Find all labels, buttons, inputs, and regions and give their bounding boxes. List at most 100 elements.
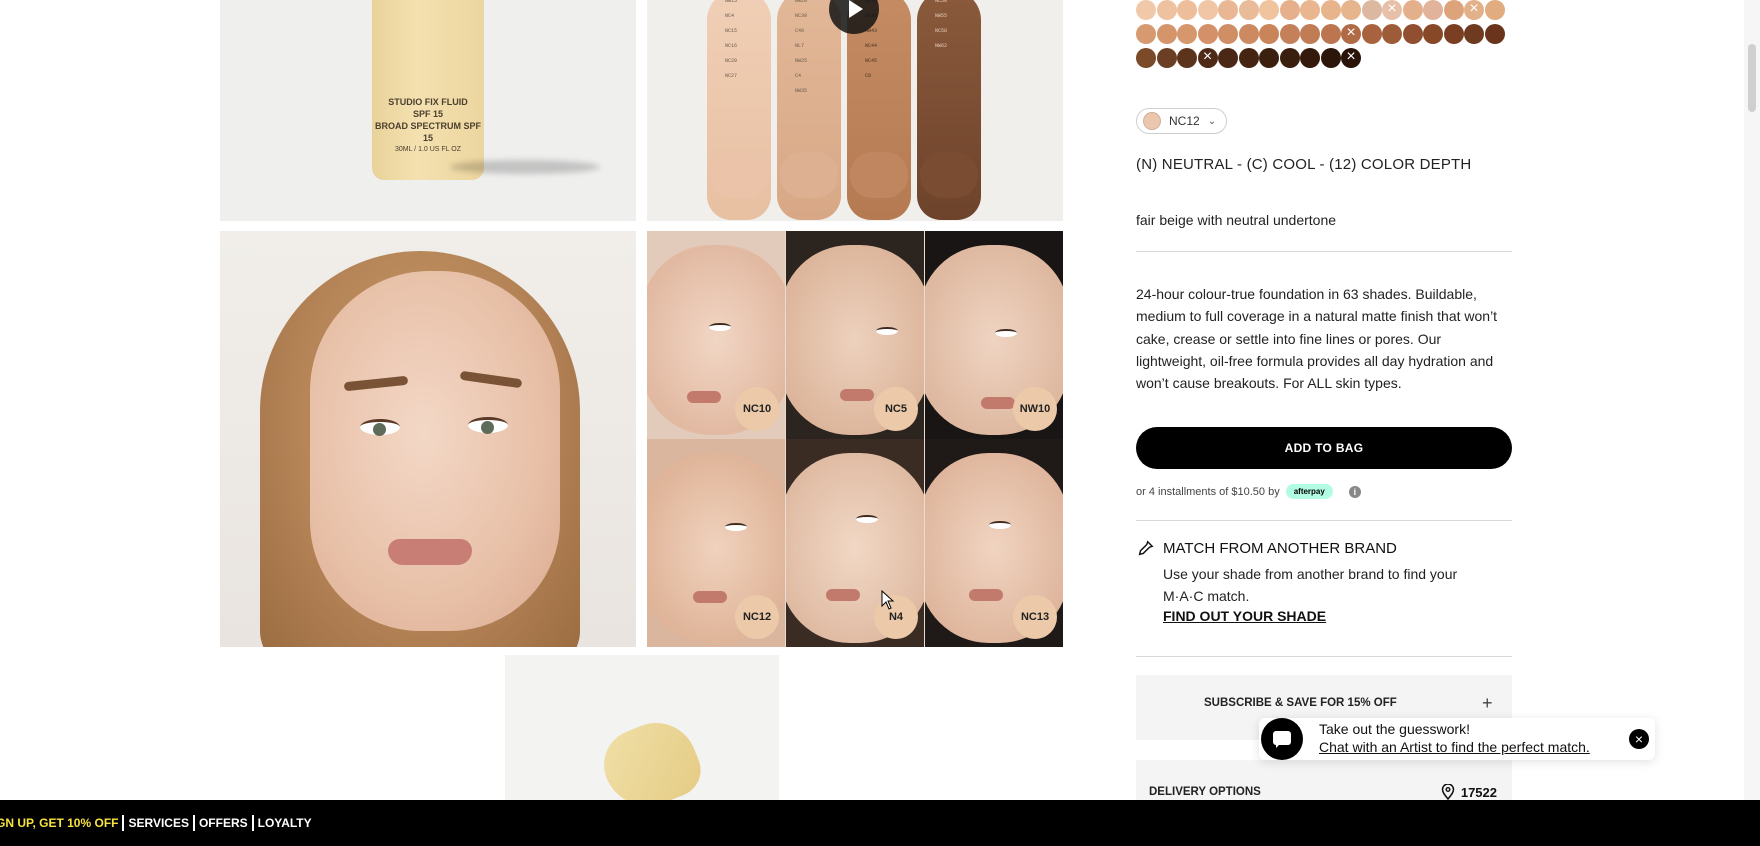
shade-swatch[interactable] xyxy=(1197,0,1218,20)
loyalty-link[interactable]: LOYALTY xyxy=(258,816,312,830)
close-icon[interactable]: × xyxy=(1629,729,1649,749)
afterpay-logo[interactable]: afterpay xyxy=(1285,484,1333,499)
shade-swatch[interactable] xyxy=(1484,0,1505,20)
fist xyxy=(920,152,978,198)
shade-swatch[interactable] xyxy=(1300,24,1320,44)
shade-swatch[interactable] xyxy=(1136,24,1156,44)
shade-swatch[interactable] xyxy=(1259,0,1279,20)
shade-swatch[interactable] xyxy=(1197,24,1218,44)
shade-swatch[interactable] xyxy=(1177,24,1197,44)
shade-cell: NC10 xyxy=(647,231,785,439)
arm-swatch-label: C40 xyxy=(795,28,805,34)
shade-description: fair beige with neutral undertone xyxy=(1136,212,1337,228)
shade-swatch[interactable] xyxy=(1238,48,1259,68)
arm-swatch-label: NW15 xyxy=(725,0,738,4)
shade-cell: N4 xyxy=(786,439,924,647)
shade-swatch[interactable] xyxy=(1218,48,1238,68)
shade-swatch[interactable] xyxy=(1341,47,1361,68)
shade-swatch[interactable] xyxy=(1279,48,1300,68)
shade-swatch[interactable] xyxy=(1464,24,1484,44)
product-image-shade-grid[interactable]: NC10 NC5 NW10 NC12 N4 NC13 xyxy=(647,231,1063,647)
shade-swatch[interactable] xyxy=(1443,0,1464,20)
shade-swatch[interactable] xyxy=(1259,48,1279,68)
info-icon[interactable]: i xyxy=(1348,485,1361,498)
arm-swatch-label: NW35 xyxy=(795,88,808,94)
shade-swatch[interactable] xyxy=(1423,24,1443,44)
selected-shade-dot xyxy=(1143,112,1161,130)
shade-dropdown[interactable]: NC12 ⌄ xyxy=(1136,108,1228,134)
shade-swatch[interactable] xyxy=(1300,0,1320,20)
shade-swatch[interactable] xyxy=(1218,24,1238,44)
arm-swatch-label: NW20 xyxy=(795,0,808,4)
shade-swatch[interactable] xyxy=(1484,24,1505,44)
shade-swatch[interactable] xyxy=(1423,0,1443,20)
shade-swatch[interactable] xyxy=(1443,24,1464,44)
shade-swatch[interactable] xyxy=(1361,0,1382,20)
shade-badge: NC12 xyxy=(735,595,779,639)
shade-swatch[interactable] xyxy=(1136,48,1156,68)
shade-swatch[interactable] xyxy=(1320,0,1341,20)
shade-swatch[interactable] xyxy=(1259,24,1279,44)
fist xyxy=(850,152,908,198)
shade-badge: NC13 xyxy=(1013,595,1057,639)
shade-swatch[interactable] xyxy=(1382,24,1402,44)
arm-swatch-label: NL7 xyxy=(795,43,805,49)
shade-swatch[interactable] xyxy=(1156,48,1177,68)
shade-cell: NC13 xyxy=(925,439,1063,647)
shade-swatch[interactable] xyxy=(1402,0,1423,20)
shade-swatch[interactable] xyxy=(1382,0,1402,20)
shade-cell: NC12 xyxy=(647,439,785,647)
brow xyxy=(459,370,523,389)
signup-promo-link[interactable]: GN UP, GET 10% OFF xyxy=(0,816,118,830)
offers-link[interactable]: OFFERS xyxy=(199,816,248,830)
chevron-down-icon: ⌄ xyxy=(1207,115,1217,127)
bottle-shadow xyxy=(450,160,600,174)
scrollbar[interactable] xyxy=(1744,0,1760,800)
location-pin-icon xyxy=(1441,784,1455,800)
delivery-zip[interactable]: 17522 xyxy=(1441,784,1497,800)
chat-button[interactable] xyxy=(1261,718,1303,760)
shade-swatch[interactable] xyxy=(1341,0,1361,20)
bottle-label-line: BROAD SPECTRUM SPF 15 xyxy=(374,121,481,143)
arm-swatch-labels: NW20 NC30 C40 NL7 NW25 C4 NW35 xyxy=(795,0,807,99)
shade-swatch[interactable] xyxy=(1136,0,1156,20)
cell-eye xyxy=(856,515,878,523)
scrollbar-thumb[interactable] xyxy=(1748,44,1756,112)
shade-swatch[interactable] xyxy=(1279,24,1300,44)
match-body: Use your shade from another brand to fin… xyxy=(1163,566,1458,604)
shade-swatch[interactable] xyxy=(1218,0,1238,20)
product-image-bottle[interactable]: STUDIO FIX FLUID SPF 15 BROAD SPECTRUM S… xyxy=(220,0,636,221)
shade-swatch[interactable] xyxy=(1341,23,1361,44)
shade-swatch[interactable] xyxy=(1402,24,1423,44)
shade-swatch[interactable] xyxy=(1177,0,1197,20)
shade-badge: NW10 xyxy=(1013,387,1057,431)
shade-cell: NW10 xyxy=(925,231,1063,439)
arm-swatch-label: NC27 xyxy=(725,73,738,79)
dropper-icon xyxy=(1138,540,1154,556)
shade-swatch[interactable] xyxy=(1177,48,1197,68)
services-link[interactable]: SERVICES xyxy=(128,816,188,830)
chat-with-artist-link[interactable]: Chat with an Artist to find the perfect … xyxy=(1319,739,1590,755)
arm-swatch-label: NW55 xyxy=(935,13,948,19)
shade-swatch[interactable] xyxy=(1156,0,1177,20)
shade-swatch[interactable] xyxy=(1464,0,1484,20)
shade-swatch[interactable] xyxy=(1320,48,1341,68)
shade-swatch[interactable] xyxy=(1279,0,1300,20)
shade-swatch[interactable] xyxy=(1238,24,1259,44)
shade-swatch[interactable] xyxy=(1361,24,1382,44)
shade-swatch[interactable] xyxy=(1300,48,1320,68)
shade-swatch[interactable] xyxy=(1156,24,1177,44)
add-to-bag-button[interactable]: ADD TO BAG xyxy=(1136,427,1512,469)
plus-icon[interactable]: + xyxy=(1482,693,1493,714)
arm-swatch-label: NC4 xyxy=(725,13,735,19)
eye xyxy=(360,419,400,436)
shade-swatch[interactable] xyxy=(1238,0,1259,20)
find-your-shade-link[interactable]: FIND OUT YOUR SHADE xyxy=(1163,608,1326,624)
match-title: MATCH FROM ANOTHER BRAND xyxy=(1163,540,1397,557)
shade-swatch[interactable] xyxy=(1197,47,1218,68)
shade-swatch[interactable] xyxy=(1320,24,1341,44)
cell-lips xyxy=(687,391,721,403)
arm-swatch-label: NC58 xyxy=(935,28,948,34)
product-image-arm-swatches[interactable]: NW15 NC4 NC15 NC16 NC20 NC27 NW20 NC30 C40 NL7 NW… xyxy=(647,0,1063,221)
product-image-model[interactable] xyxy=(220,231,636,647)
